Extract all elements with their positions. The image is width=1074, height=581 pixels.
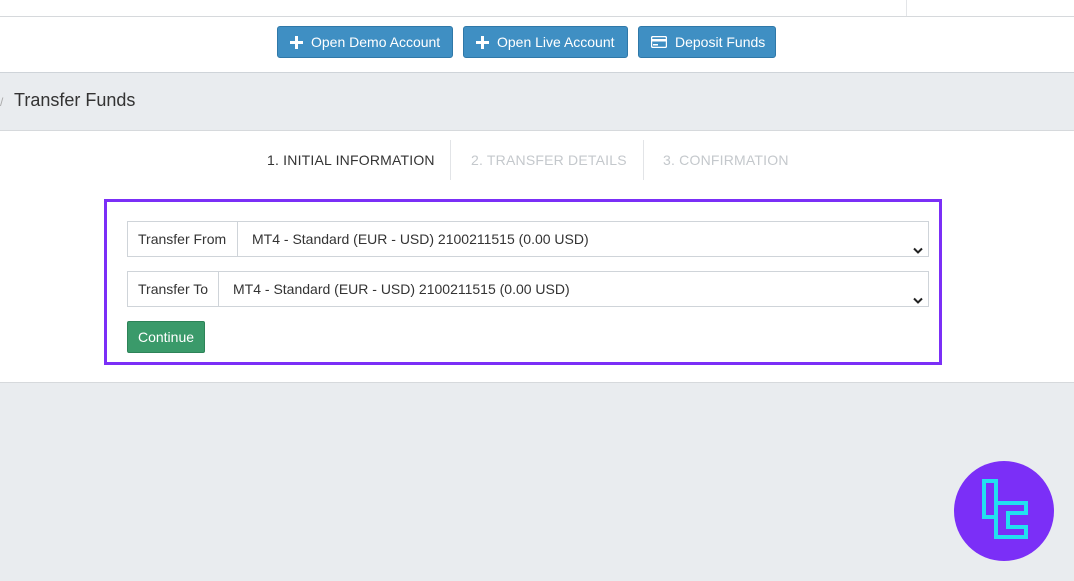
page-header: / Transfer Funds (0, 73, 1074, 131)
step-divider (450, 140, 451, 180)
credit-card-icon (651, 36, 667, 48)
deposit-funds-label: Deposit Funds (675, 34, 766, 50)
step-transfer-details[interactable]: 2. TRANSFER DETAILS (471, 140, 627, 180)
chevron-down-icon (912, 284, 924, 318)
step-initial-information[interactable]: 1. INITIAL INFORMATION (267, 140, 435, 180)
brand-logo-icon (954, 461, 1054, 561)
transfer-to-value: MT4 - Standard (EUR - USD) 2100211515 (0… (233, 281, 570, 297)
transfer-to-group: Transfer To MT4 - Standard (EUR - USD) 2… (127, 271, 929, 307)
step-confirmation[interactable]: 3. CONFIRMATION (663, 140, 789, 180)
transfer-to-select[interactable]: MT4 - Standard (EUR - USD) 2100211515 (0… (219, 271, 929, 307)
transfer-form: Transfer From MT4 - Standard (EUR - USD)… (104, 199, 942, 365)
page-title: Transfer Funds (14, 90, 136, 110)
chevron-down-icon (912, 234, 924, 268)
transfer-panel: 1. INITIAL INFORMATION 2. TRANSFER DETAI… (0, 131, 1074, 383)
plus-icon (476, 35, 489, 49)
transfer-to-label: Transfer To (127, 271, 219, 307)
transfer-from-label: Transfer From (127, 221, 238, 257)
plus-icon (290, 35, 303, 49)
breadcrumb-separator: / (0, 95, 4, 109)
open-live-account-label: Open Live Account (497, 34, 615, 50)
open-demo-account-label: Open Demo Account (311, 34, 441, 50)
top-bar (0, 0, 1074, 17)
top-bar-divider (906, 0, 907, 16)
open-demo-account-button[interactable]: Open Demo Account (277, 26, 453, 58)
continue-button[interactable]: Continue (127, 321, 205, 353)
transfer-from-value: MT4 - Standard (EUR - USD) 2100211515 (0… (252, 231, 589, 247)
transfer-from-select[interactable]: MT4 - Standard (EUR - USD) 2100211515 (0… (238, 221, 929, 257)
deposit-funds-button[interactable]: Deposit Funds (638, 26, 776, 58)
wizard-steps: 1. INITIAL INFORMATION 2. TRANSFER DETAI… (0, 140, 1074, 180)
transfer-from-group: Transfer From MT4 - Standard (EUR - USD)… (127, 221, 929, 257)
action-bar: Open Demo Account Open Live Account Depo… (0, 17, 1074, 73)
open-live-account-button[interactable]: Open Live Account (463, 26, 628, 58)
step-divider (643, 140, 644, 180)
